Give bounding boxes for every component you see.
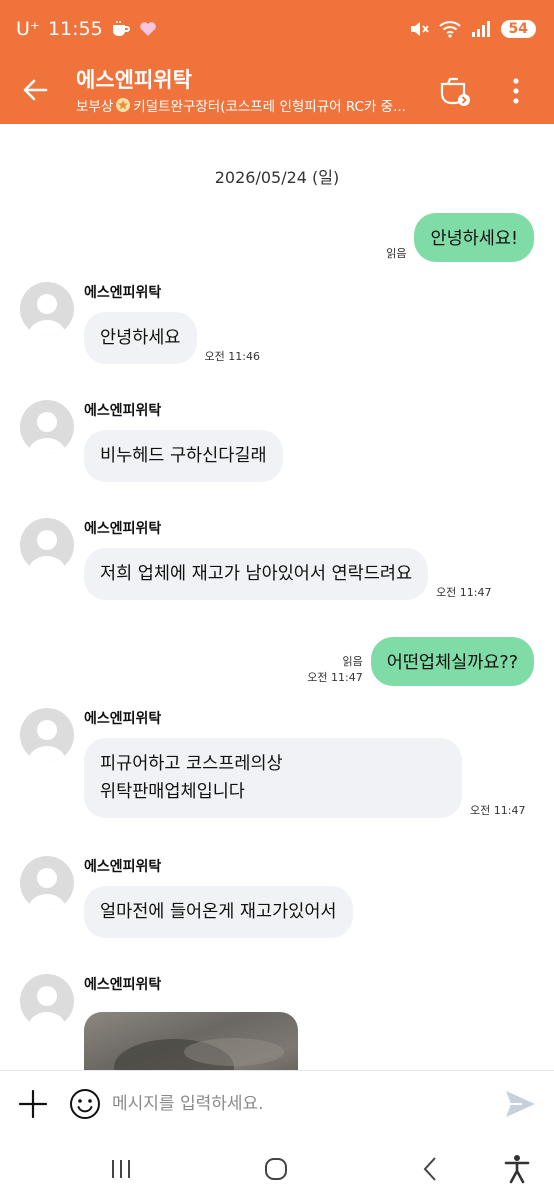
avatar[interactable] <box>20 708 74 762</box>
clock: 11:55 <box>47 18 103 40</box>
sender-name: 에스엔피위탁 <box>84 977 162 993</box>
message-bubble[interactable]: 안녕하세요! <box>414 213 534 262</box>
message-bubble[interactable]: 피규어하고 코스프레의상 위탁판매업체입니다 <box>84 738 462 818</box>
back-nav-icon[interactable] <box>414 1152 448 1186</box>
message-list[interactable]: 2026/05/24 (일) 읽음 안녕하세요! 에스엔피위탁 안녕하세요 오전… <box>0 124 554 1070</box>
recent-apps-icon[interactable] <box>104 1152 138 1186</box>
read-receipt: 읽음 <box>386 247 407 260</box>
sender-name: 에스엔피위탁 <box>84 521 162 537</box>
subtitle-text: 키덜트완구장터(코스프레 인형피규어 RC카 중... <box>133 99 406 115</box>
sender-name: 에스엔피위탁 <box>84 859 162 875</box>
home-icon[interactable] <box>259 1152 293 1186</box>
avatar[interactable] <box>20 282 74 336</box>
chat-title: 에스엔피위탁 <box>76 68 192 92</box>
message-bubble[interactable]: 비누헤드 구하신다길래 <box>84 430 283 482</box>
default-avatar-icon <box>28 986 66 1028</box>
message-time: 오전 11:47 <box>436 586 492 599</box>
message-input[interactable] <box>112 1085 482 1123</box>
coffee-cup-icon[interactable] <box>438 74 472 108</box>
accessibility-icon[interactable] <box>500 1152 534 1186</box>
message-bubble[interactable]: 안녕하세요 <box>84 312 197 364</box>
message-input-bar <box>0 1070 554 1136</box>
message-bubble[interactable]: 저희 업체에 재고가 남아있어서 연락드려요 <box>84 548 429 600</box>
wifi-icon <box>438 21 461 38</box>
heart-notification-icon <box>139 22 156 36</box>
message-time: 오전 11:46 <box>204 350 260 363</box>
status-bar: U⁺ 11:55 54 <box>0 0 554 62</box>
default-avatar-icon <box>28 294 66 336</box>
sender-name: 에스엔피위탁 <box>84 285 162 301</box>
photo-attachment[interactable] <box>84 1012 298 1070</box>
signal-icon <box>471 21 490 37</box>
default-avatar-icon <box>28 530 66 572</box>
star-badge-icon <box>116 98 131 112</box>
chat-header: 에스엔피위탁 보부상 키덜트완구장터(코스프레 인형피규어 RC카 중... <box>0 62 554 124</box>
plus-icon[interactable] <box>16 1087 50 1121</box>
outgoing-message[interactable]: 읽음 안녕하세요! <box>386 213 534 262</box>
avatar[interactable] <box>20 856 74 910</box>
default-avatar-icon <box>28 412 66 454</box>
battery-indicator: 54 <box>500 20 536 38</box>
send-icon[interactable] <box>502 1087 538 1121</box>
chat-subtitle: 보부상 키덜트완구장터(코스프레 인형피규어 RC카 중... <box>76 95 406 115</box>
smiley-icon[interactable] <box>68 1087 102 1121</box>
mute-icon <box>410 22 429 36</box>
carrier-label: U⁺ <box>16 18 40 40</box>
message-time: 오전 11:47 <box>470 804 526 817</box>
message-bubble[interactable]: 얼마전에 들어온게 재고가있어서 <box>84 886 353 938</box>
subtitle-prefix: 보부상 <box>76 99 114 115</box>
photo-content <box>114 1038 284 1070</box>
coffee-notification-icon <box>112 21 130 36</box>
more-vertical-icon[interactable] <box>505 76 527 106</box>
avatar[interactable] <box>20 400 74 454</box>
message-time: 오전 11:47 <box>307 671 363 684</box>
outgoing-message[interactable]: 읽음 오전 11:47 어떤업체실까요?? <box>307 637 534 686</box>
read-receipt: 읽음 <box>342 655 363 668</box>
default-avatar-icon <box>28 868 66 910</box>
sender-name: 에스엔피위탁 <box>84 403 162 419</box>
system-nav-bar <box>0 1136 554 1200</box>
avatar[interactable] <box>20 518 74 572</box>
avatar[interactable] <box>20 974 74 1028</box>
date-divider: 2026/05/24 (일) <box>214 168 340 187</box>
arrow-left-icon[interactable] <box>20 74 52 106</box>
default-avatar-icon <box>28 720 66 762</box>
message-bubble[interactable]: 어떤업체실까요?? <box>370 637 534 686</box>
sender-name: 에스엔피위탁 <box>84 711 162 727</box>
